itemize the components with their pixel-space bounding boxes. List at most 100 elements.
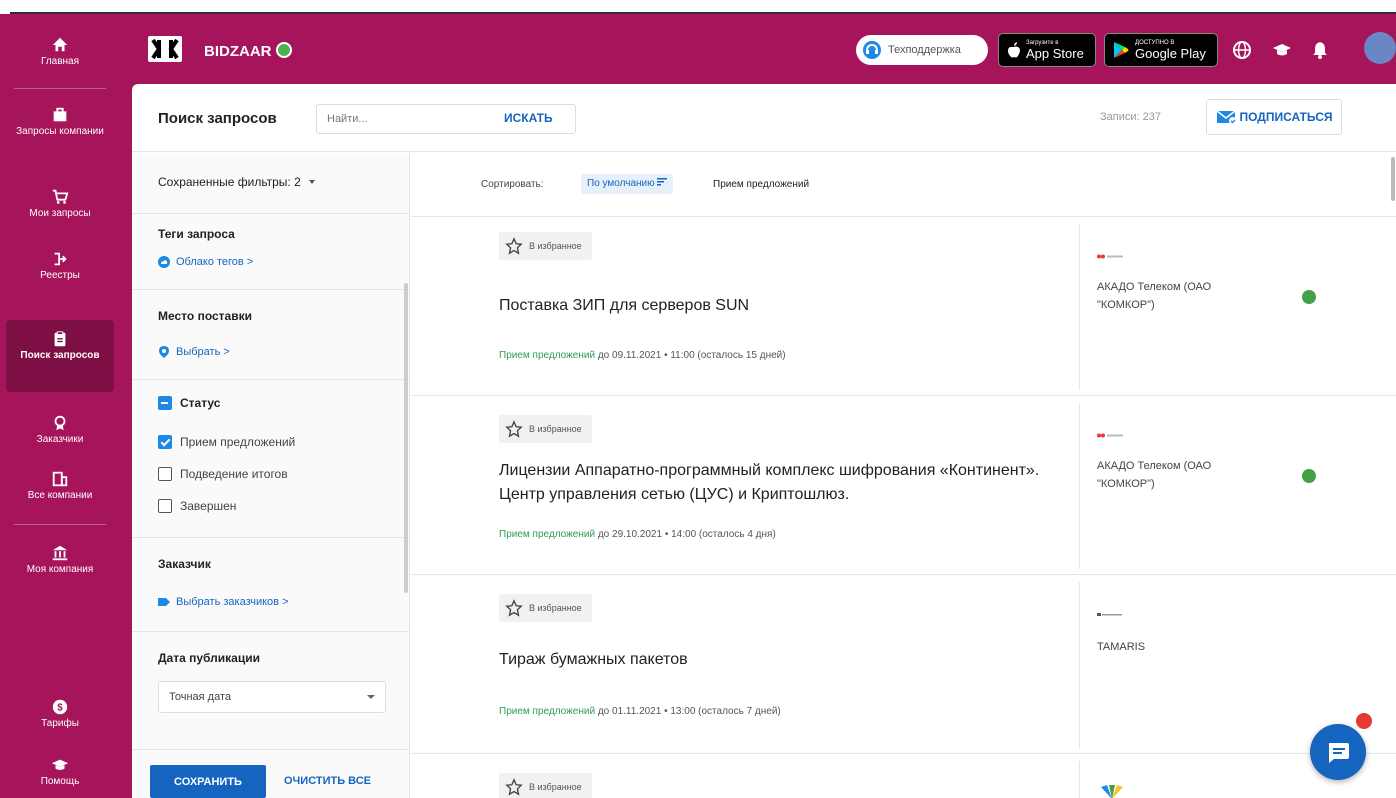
request-card[interactable]: В избранное Поставка ЗИП для серверов SU…: [411, 218, 1396, 396]
nav-label: Тарифы: [41, 718, 79, 729]
nav-item-request-search[interactable]: Поиск запросов: [6, 320, 114, 392]
sort-option[interactable]: Прием предложений: [713, 179, 809, 190]
verified-check-icon: [1302, 469, 1316, 483]
favorite-button[interactable]: В избранное: [499, 773, 592, 798]
sort-label: Сортировать:: [481, 179, 544, 190]
request-deadline: до 01.11.2021 • 13:00 (осталось 7 дней): [597, 706, 781, 717]
verified-check-icon: [1302, 290, 1316, 304]
star-icon: [505, 599, 523, 617]
save-button[interactable]: СОХРАНИТЬ: [150, 765, 266, 798]
records-count: Записи: 237: [1100, 111, 1161, 123]
support-button[interactable]: Техподдержка: [856, 35, 988, 65]
date-select[interactable]: Точная дата: [158, 681, 386, 713]
status-option-label: Прием предложений: [180, 435, 296, 449]
favorite-button[interactable]: В избранное: [499, 415, 592, 443]
status-option[interactable]: Подведение итогов: [158, 467, 288, 481]
request-card[interactable]: В избранное Тираж бумажных пакетов Прием…: [411, 576, 1396, 754]
nav-item-help[interactable]: Помощь: [6, 756, 114, 796]
results-scrollbar[interactable]: [1391, 157, 1395, 201]
filter-divider: [132, 213, 410, 214]
nav-item-tariffs[interactable]: $ Тарифы: [6, 698, 114, 734]
filters-scrollbar[interactable]: [404, 283, 408, 593]
search-button[interactable]: ИСКАТЬ: [504, 111, 553, 125]
favorite-button[interactable]: В избранное: [499, 232, 592, 260]
company-name[interactable]: АКАДО Телеком (ОАО "КОМКОР"): [1097, 457, 1247, 493]
request-card[interactable]: В избранное Лицензии Аппаратно-программн…: [411, 397, 1396, 575]
main-panel: Поиск запросов ИСКАТЬ Записи: 237 ПОДПИС…: [132, 84, 1396, 798]
request-title[interactable]: Лицензии Аппаратно-программный комплекс …: [499, 459, 1059, 507]
company-logo-tamaris: [1097, 613, 1122, 616]
bank-icon: [52, 545, 68, 561]
googleplay-badge[interactable]: ДОСТУПНО В Google Play: [1104, 33, 1218, 67]
request-title[interactable]: Поставка ЗИП для серверов SUN: [499, 294, 1059, 318]
place-title: Место поставки: [158, 309, 252, 323]
tags-title: Теги запроса: [158, 227, 235, 241]
nav-item-my-company[interactable]: Моя компания: [6, 544, 114, 594]
verified-check-icon: [276, 42, 292, 58]
favorite-button[interactable]: В избранное: [499, 594, 592, 622]
tags-cloud-link[interactable]: Облако тегов >: [158, 256, 253, 268]
chat-bubble-icon: [1329, 743, 1349, 763]
filter-divider: [132, 289, 410, 290]
results-area: Сортировать: По умолчанию Прием предложе…: [411, 153, 1396, 798]
user-avatar[interactable]: [1364, 32, 1396, 64]
status-checkbox-checked[interactable]: [158, 435, 172, 449]
filter-divider: [132, 749, 410, 750]
status-checkbox[interactable]: [158, 467, 172, 481]
request-title[interactable]: Тираж бумажных пакетов: [499, 648, 1059, 672]
subscribe-button[interactable]: ПОДПИСАТЬСЯ: [1206, 99, 1342, 135]
status-partial-checkbox[interactable]: [158, 396, 172, 410]
nav-item-all-companies[interactable]: Все компании: [6, 470, 114, 508]
select-arrow-icon: [367, 695, 375, 703]
nav-label: Мои запросы: [29, 208, 91, 219]
nav-item-customers[interactable]: Заказчики: [6, 414, 114, 452]
appstore-badge[interactable]: Загрузите в App Store: [998, 33, 1096, 67]
company-logo-akado: [1097, 433, 1123, 438]
dollar-icon: $: [52, 699, 68, 715]
nav-label: Заказчики: [36, 434, 84, 445]
request-meta: Прием предложений до 29.10.2021 • 14:00 …: [499, 529, 776, 540]
request-status: Прием предложений: [499, 706, 596, 717]
window-top-strip: [0, 0, 1396, 14]
saved-filters-dropdown[interactable]: Сохраненные фильтры: 2: [158, 175, 317, 189]
nav-item-registries[interactable]: Реестры: [6, 250, 114, 288]
card-divider: [1079, 403, 1080, 569]
status-checkbox[interactable]: [158, 499, 172, 513]
chat-button[interactable]: [1310, 724, 1366, 780]
briefcase-icon: [53, 107, 67, 122]
status-option[interactable]: Завершен: [158, 499, 236, 513]
request-card[interactable]: В избранное: [411, 755, 1396, 798]
star-icon: [505, 420, 523, 438]
window-top-border: [10, 12, 1396, 14]
filter-divider: [132, 537, 410, 538]
logo-mark-icon: [151, 38, 179, 60]
nav-item-my-requests[interactable]: Мои запросы: [6, 188, 114, 226]
saved-filters-label: Сохраненные фильтры: 2: [158, 175, 301, 189]
status-option-label: Подведение итогов: [180, 467, 288, 481]
status-group-toggle[interactable]: Статус: [158, 396, 220, 410]
company-logo-fan: [1101, 785, 1123, 798]
filter-divider: [132, 631, 410, 632]
caret-down-icon: [308, 180, 315, 184]
sort-default-chip[interactable]: По умолчанию: [581, 174, 674, 194]
building-icon: [52, 471, 68, 487]
card-divider: [1079, 224, 1080, 390]
mail-icon: [1216, 110, 1237, 125]
globe-icon[interactable]: [1232, 40, 1252, 60]
nav-item-home[interactable]: Главная: [6, 36, 114, 76]
company-name[interactable]: TAMARIS: [1097, 638, 1247, 656]
clear-all-button[interactable]: ОЧИСТИТЬ ВСЕ: [284, 775, 371, 787]
bidzaar-logo[interactable]: [148, 36, 182, 62]
customer-select-link[interactable]: Выбрать заказчиков >: [158, 596, 289, 608]
request-meta: Прием предложений до 01.11.2021 • 13:00 …: [499, 706, 781, 717]
graduation-cap-icon[interactable]: [1272, 40, 1292, 60]
status-option[interactable]: Прием предложений: [158, 435, 295, 449]
bell-icon[interactable]: [1310, 40, 1330, 60]
company-name[interactable]: АКАДО Телеком (ОАО "КОМКОР"): [1097, 278, 1247, 314]
clipboard-icon: [54, 331, 66, 347]
nav-divider: [14, 88, 106, 89]
sort-selected: По умолчанию: [587, 178, 655, 189]
nav-item-company-requests[interactable]: Запросы компании: [6, 106, 114, 152]
place-select-link[interactable]: Выбрать >: [158, 346, 230, 358]
tag-icon: [158, 598, 170, 606]
